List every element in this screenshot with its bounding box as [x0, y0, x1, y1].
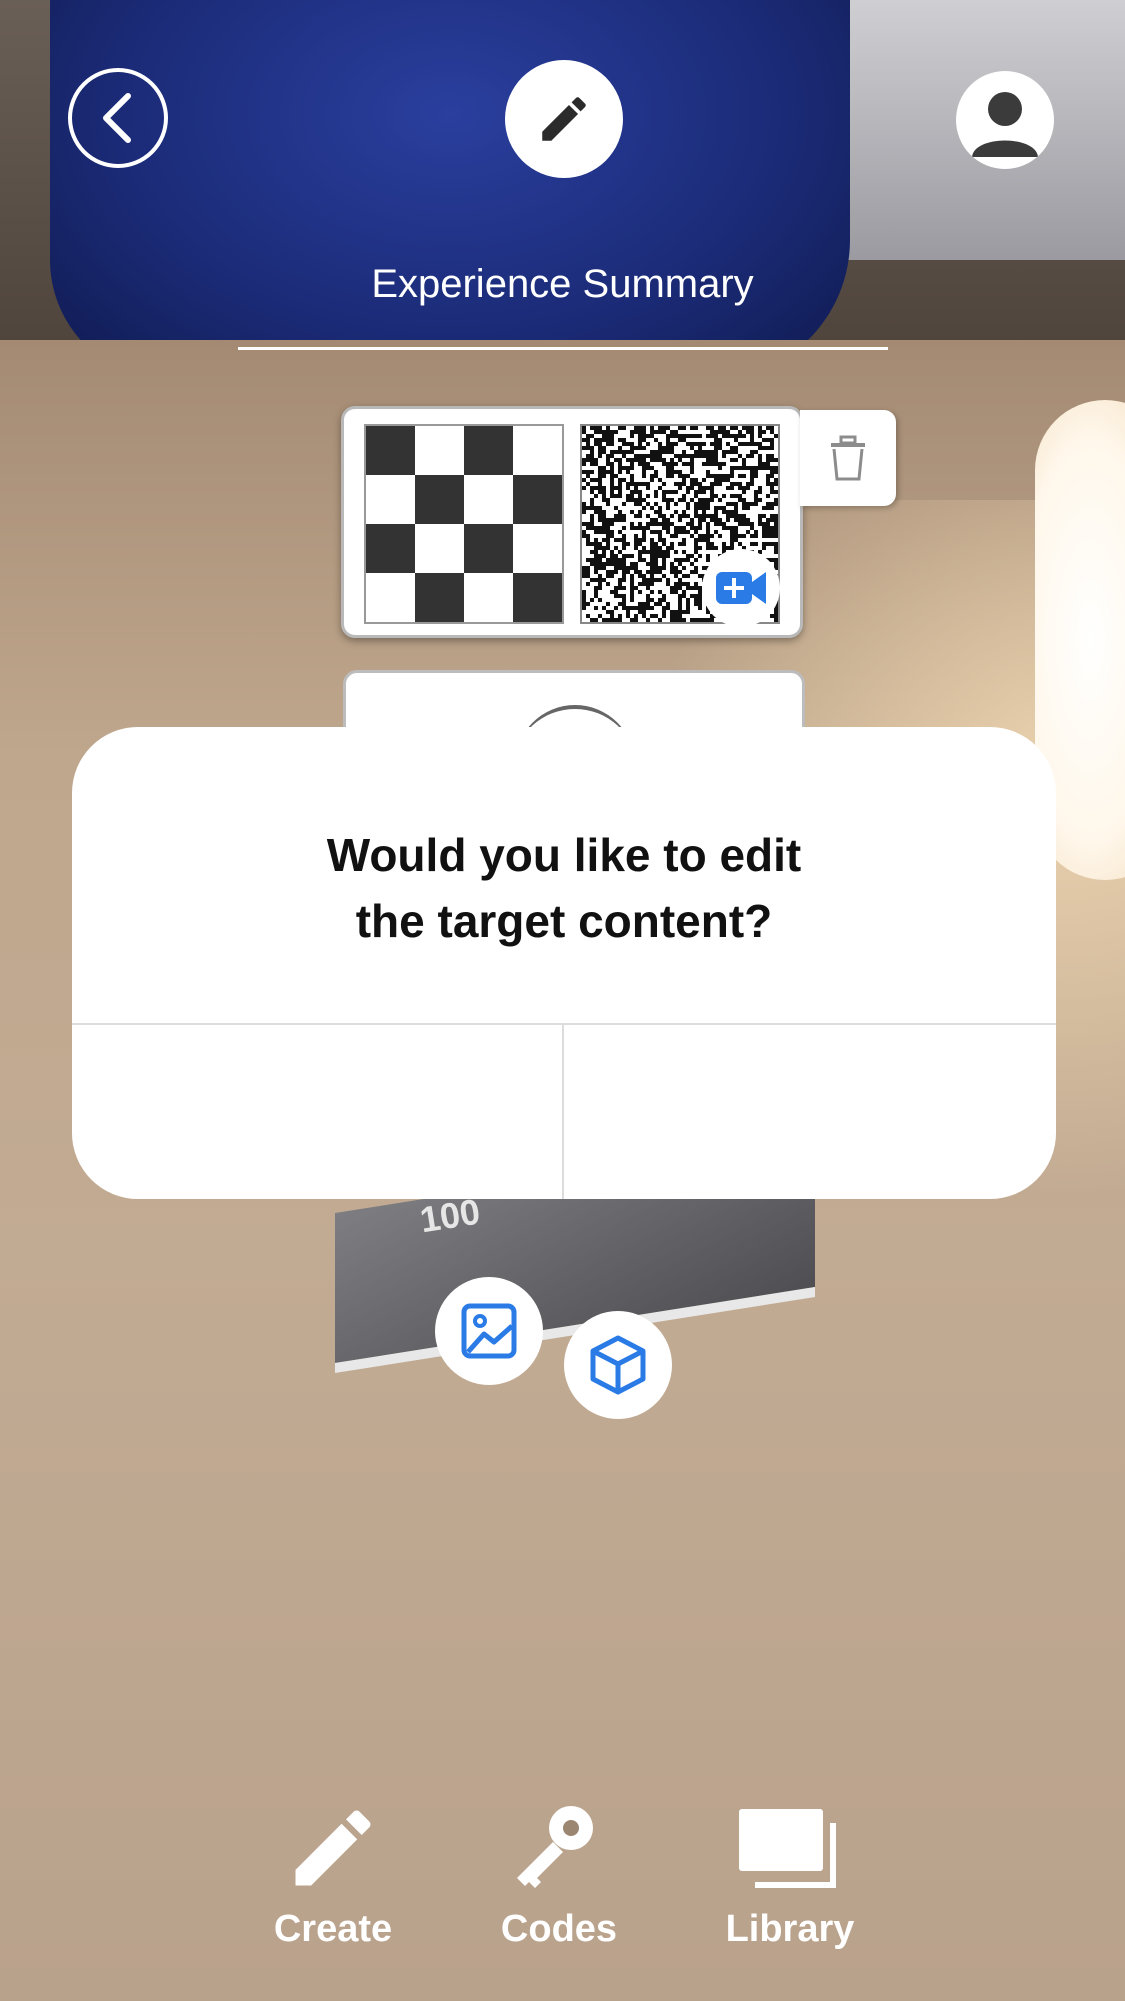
- dialog-message-line2: the target content?: [355, 895, 773, 947]
- nav-create-label: Create: [273, 1908, 393, 1950]
- back-button[interactable]: [68, 68, 168, 168]
- add-3d-model-button[interactable]: [564, 1311, 672, 1419]
- dialog-right-button[interactable]: [564, 1025, 1056, 1199]
- dialog-message-line1: Would you like to edit: [326, 829, 802, 881]
- nav-library[interactable]: Library: [705, 1795, 875, 1951]
- user-icon: [972, 92, 1038, 157]
- pencil-icon: [542, 97, 586, 141]
- video-camera-add-icon: [716, 572, 766, 604]
- nav-codes[interactable]: Codes: [474, 1795, 644, 1951]
- add-video-badge[interactable]: [702, 549, 780, 627]
- trash-icon: [831, 435, 865, 481]
- blue-chair: [50, 0, 850, 380]
- cube-icon: [590, 1335, 646, 1395]
- pencil-icon: [295, 1809, 371, 1885]
- page-title: Experience Summary: [371, 262, 754, 306]
- nav-library-label: Library: [725, 1908, 855, 1950]
- key-icon: [517, 1805, 593, 1888]
- stacked-cards-icon: [739, 1808, 836, 1888]
- nav-codes-label: Codes: [500, 1908, 618, 1950]
- nav-create[interactable]: Create: [248, 1795, 418, 1951]
- chevron-left-icon: [103, 93, 131, 143]
- profile-button[interactable]: [956, 71, 1054, 169]
- image-icon: [461, 1303, 517, 1359]
- delete-target-button[interactable]: [800, 410, 896, 506]
- edit-button[interactable]: [505, 60, 623, 178]
- checkerboard-target-image: [364, 424, 564, 624]
- add-image-button[interactable]: [435, 1277, 543, 1385]
- dialog-message: Would you like to edit the target conten…: [72, 822, 1056, 954]
- dialog-left-button[interactable]: [72, 1025, 562, 1199]
- edit-target-dialog: Would you like to edit the target conten…: [72, 727, 1056, 1199]
- title-underline: [238, 347, 888, 350]
- target-card[interactable]: [341, 406, 803, 638]
